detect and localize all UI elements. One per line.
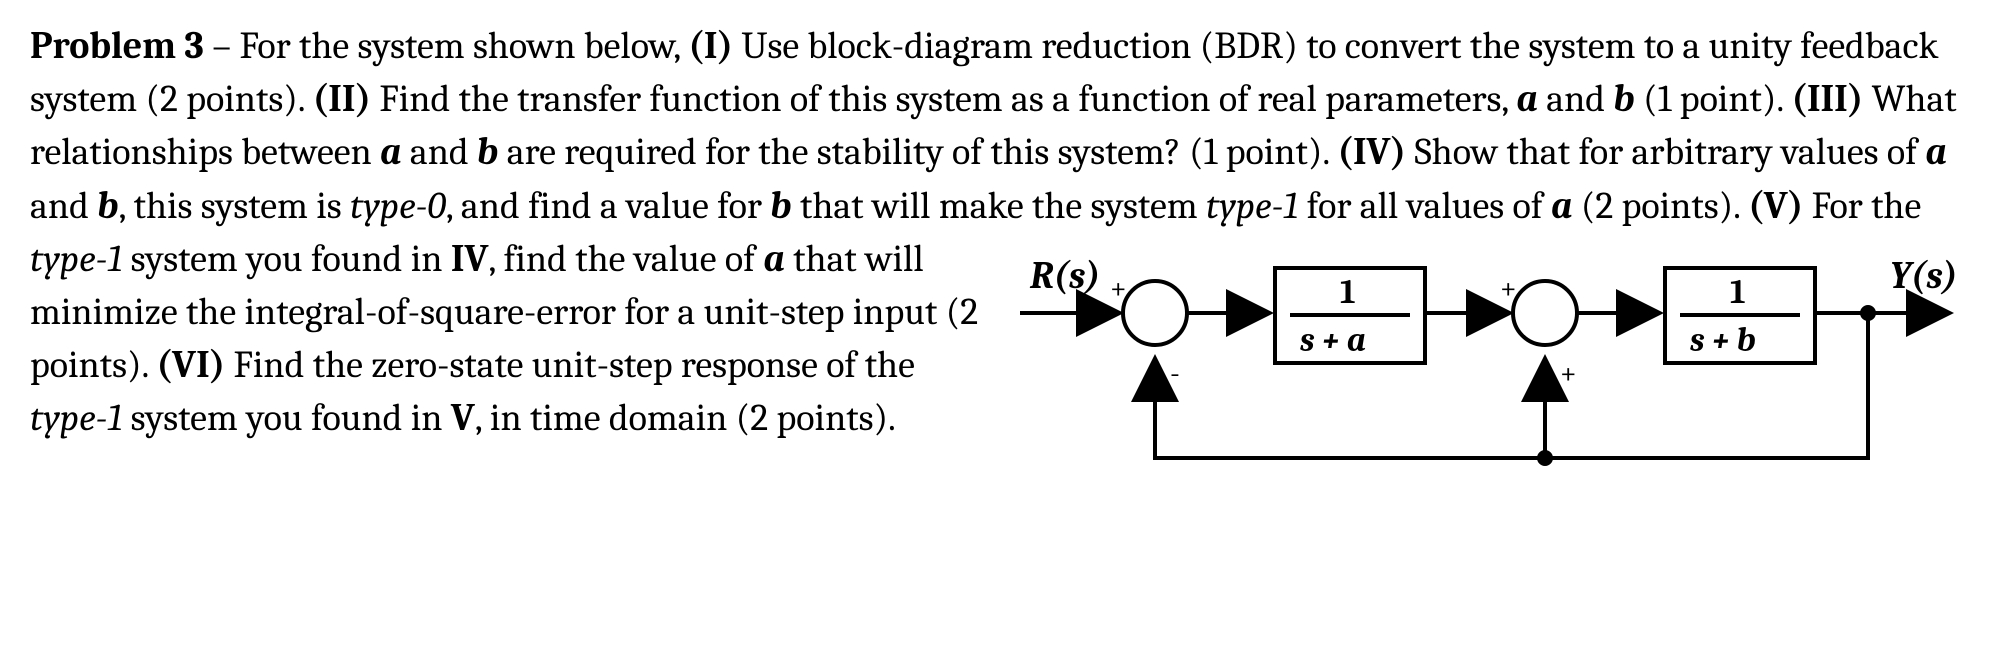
- text: , find the value of: [489, 237, 764, 281]
- text: for all values of: [1298, 184, 1551, 228]
- part-label-2: (II): [313, 77, 371, 121]
- part-label-6: (VI): [157, 343, 226, 387]
- text: are required for the stability of this s…: [498, 130, 1337, 174]
- sum1-bottom-sign: -: [1170, 356, 1180, 391]
- var-b: b: [770, 184, 791, 228]
- var-b: b: [477, 130, 498, 174]
- ref-iv: IV: [451, 237, 489, 281]
- text: Find the zero-state unit-step response o…: [225, 343, 915, 387]
- separator: –: [204, 24, 240, 68]
- part-label-4: (IV): [1337, 130, 1406, 174]
- sum2-bottom-sign: +: [1560, 356, 1577, 391]
- block1-den: s + a: [1300, 320, 1366, 360]
- text: For the system shown below,: [240, 24, 689, 68]
- text: (2 points).: [1572, 184, 1748, 228]
- type-1: type-1: [1206, 184, 1298, 228]
- ref-v: V: [451, 396, 475, 440]
- page: Problem 3 – For the system shown below, …: [0, 0, 1990, 655]
- text: Show that for arbitrary values of: [1406, 130, 1925, 174]
- text: and: [1538, 77, 1614, 121]
- block1-num: 1: [1340, 272, 1356, 312]
- text: and: [30, 184, 97, 228]
- text: , this system is: [119, 184, 350, 228]
- var-a: a: [763, 237, 784, 281]
- text: system you found in: [122, 237, 451, 281]
- text: (1 point).: [1635, 77, 1792, 121]
- var-b: b: [97, 184, 118, 228]
- type-1: type-1: [30, 396, 122, 440]
- var-a: a: [1925, 130, 1946, 174]
- var-a: a: [1516, 77, 1537, 121]
- problem-text: Problem 3 – For the system shown below, …: [30, 20, 1960, 446]
- type-0: type-0: [350, 184, 446, 228]
- label-output: Y(s): [1890, 254, 1958, 298]
- var-a: a: [1551, 184, 1572, 228]
- sum2-top-sign: +: [1500, 271, 1517, 306]
- text: system you found in: [122, 396, 451, 440]
- text: that will make the system: [792, 184, 1206, 228]
- text: and: [401, 130, 477, 174]
- part-label-5: (V): [1748, 184, 1803, 228]
- text: For the: [1803, 184, 1921, 228]
- block-diagram: R(s) Y(s) 1 s + a 1 s + b + - + +: [1020, 243, 1960, 493]
- sum1-top-sign: +: [1110, 271, 1127, 306]
- label-input: R(s): [1029, 254, 1100, 298]
- part-label-3: (III): [1791, 77, 1863, 121]
- part-label-1: (I): [688, 24, 733, 68]
- block-diagram-svg: R(s) Y(s) 1 s + a 1 s + b + - + +: [1020, 243, 1960, 493]
- var-a: a: [380, 130, 401, 174]
- block2-den: s + b: [1690, 320, 1756, 360]
- var-b: b: [1613, 77, 1634, 121]
- text: , in time domain (2 points).: [475, 396, 896, 440]
- type-1: type-1: [30, 237, 122, 281]
- problem-label: Problem 3: [30, 24, 204, 68]
- text: , and find a value for: [446, 184, 770, 228]
- block2-num: 1: [1730, 272, 1746, 312]
- text: Find the transfer function of this syste…: [371, 77, 1516, 121]
